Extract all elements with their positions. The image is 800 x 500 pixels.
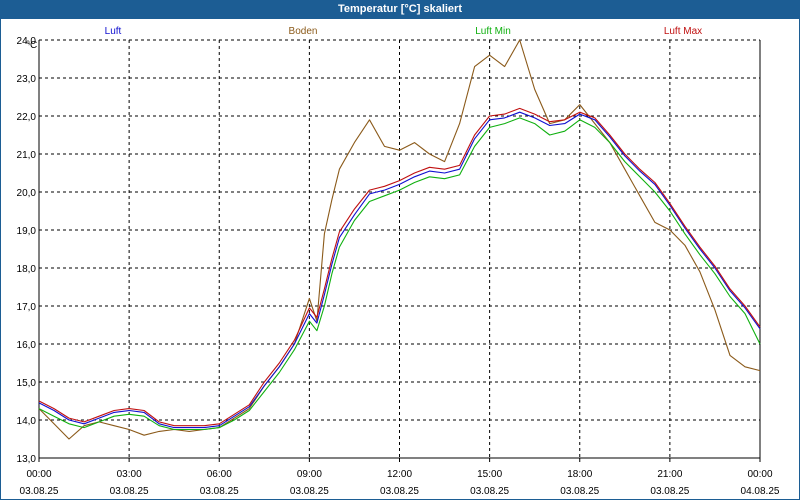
x-tick-date: 04.08.25 [741, 486, 780, 497]
y-tick-label: 13,0 [17, 454, 37, 465]
x-tick-time: 00:00 [747, 469, 772, 480]
x-tick-labels: 00:00 03.08.25 03:00 03.08.25 06:00 03.08.25 0… [20, 469, 780, 497]
legend-entry-luft-min: Luft Min [475, 26, 511, 37]
x-tick-date: 03.08.25 [470, 486, 509, 497]
temperature-chart: 24,023,022,021,020,019,018,017,016,015,0… [17, 26, 780, 497]
x-tick-date: 03.08.25 [200, 486, 239, 497]
y-tick-label: 20,0 [17, 188, 37, 199]
x-tick-time: 12:00 [387, 469, 412, 480]
legend-entry-boden: Boden [289, 26, 318, 37]
y-tick-label: 18,0 [17, 264, 37, 275]
x-tick-time: 18:00 [567, 469, 592, 480]
y-tick-label: 19,0 [17, 226, 37, 237]
grid [39, 39, 760, 458]
x-tick-time: 09:00 [297, 469, 322, 480]
x-tick-time: 21:00 [657, 469, 682, 480]
x-tick-date: 03.08.25 [20, 486, 59, 497]
x-tick-date: 03.08.25 [110, 486, 149, 497]
legend-entry-luft-max: Luft Max [664, 26, 702, 37]
y-tick-label: 21,0 [17, 150, 37, 161]
x-tick-time: 00:00 [26, 469, 51, 480]
y-tick-label: 14,0 [17, 416, 37, 427]
x-tick-date: 03.08.25 [650, 486, 689, 497]
y-tick-label: 17,0 [17, 302, 37, 313]
y-tick-label: 16,0 [17, 340, 37, 351]
y-axis-unit: °C [26, 40, 37, 51]
y-tick-label: 23,0 [17, 74, 37, 85]
x-tick-time: 15:00 [477, 469, 502, 480]
y-tick-label: 22,0 [17, 112, 37, 123]
y-tick-label: 15,0 [17, 378, 37, 389]
y-tick-labels: 24,023,022,021,020,019,018,017,016,015,0… [17, 36, 37, 465]
x-tick-time: 06:00 [207, 469, 232, 480]
x-tick-date: 03.08.25 [560, 486, 599, 497]
x-tick-time: 03:00 [117, 469, 142, 480]
legend: Luft Boden Luft Min Luft Max [105, 26, 703, 37]
x-tick-date: 03.08.25 [380, 486, 419, 497]
legend-entry-luft: Luft [105, 26, 122, 37]
x-tick-date: 03.08.25 [290, 486, 329, 497]
